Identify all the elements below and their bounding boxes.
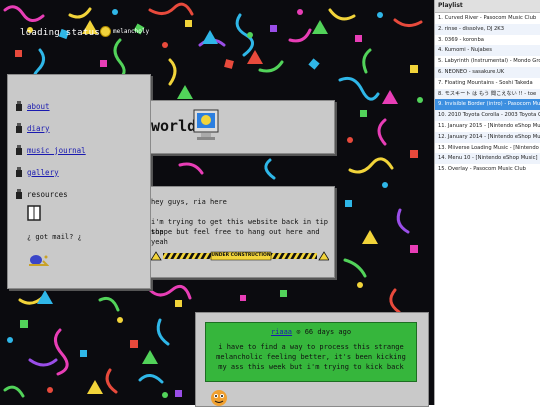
post-author-link[interactable]: riaaa xyxy=(271,328,292,336)
title-panel: world xyxy=(150,100,335,154)
ink-bottle-icon xyxy=(16,189,22,199)
post-meta: riaaa ⊙ 66 days ago xyxy=(206,328,416,336)
warning-sign-icon xyxy=(151,251,162,261)
nav-item-about[interactable]: about xyxy=(15,95,86,117)
page-title: world xyxy=(151,117,197,135)
ink-bottle-icon xyxy=(16,101,22,111)
nav-link-about[interactable]: about xyxy=(27,102,50,111)
playlist-tracks: 1. Curved River - Pasocom Music Club 2. r… xyxy=(435,13,540,175)
nav-label-resources: resources xyxy=(27,189,68,199)
nav-link-gallery[interactable]: gallery xyxy=(27,168,59,177)
nav-link-music-journal[interactable]: music journal xyxy=(27,146,86,155)
ink-bottle-icon xyxy=(16,123,22,133)
nav-item-resources: resources xyxy=(15,183,86,205)
intro-line-3: shape but feel free to hang out here and… xyxy=(151,228,320,246)
nav-link-diary[interactable]: diary xyxy=(27,124,50,133)
playlist-track[interactable]: 15. Overlay - Pasocom Music Club xyxy=(435,164,540,175)
intro-line-1: hey guys, ria here xyxy=(151,198,227,206)
playlist-track[interactable]: 7. Floating Mountains - Soshi Takeda xyxy=(435,78,540,89)
book-icon[interactable] xyxy=(27,205,41,221)
playlist-track[interactable]: 3. 0369 - koronba xyxy=(435,35,540,46)
under-construction-label: UNDER CONSTRUCTION xyxy=(211,253,271,258)
warning-sign-icon xyxy=(318,251,329,261)
navigation-panel: about diary music journal gallery resour… xyxy=(7,74,151,289)
clock-icon: ⊙ xyxy=(296,328,301,336)
nav-item-music-journal[interactable]: music journal xyxy=(15,139,86,161)
playlist-track[interactable]: 9. Invisible Border (intro) - Pasocom Mu… xyxy=(435,99,540,111)
playlist-track[interactable]: 5. Labyrinth (Instrumental) - Mondo Gros… xyxy=(435,56,540,67)
cartoon-mascot-icon xyxy=(211,390,227,406)
playlist-track[interactable]: 4. Kumomi - Nujabes xyxy=(435,45,540,57)
snail-icon xyxy=(29,255,49,266)
nav-list: about diary music journal gallery resour… xyxy=(15,95,86,205)
intro-panel: hey guys, ria here i'm trying to get thi… xyxy=(150,186,335,278)
ink-bottle-icon xyxy=(16,167,22,177)
playlist-track[interactable]: 2. rinse - dissolve, DJ 2K3 xyxy=(435,23,540,35)
playlist-track[interactable]: 6. NEONEO - sasakure.UK xyxy=(435,66,540,78)
nav-item-diary[interactable]: diary xyxy=(15,117,86,139)
playlist-track[interactable]: 1. Curved River - Pasocom Music Club xyxy=(435,13,540,24)
playlist-track[interactable]: 13. Miiverse Loading Music - [Nintendo 3… xyxy=(435,143,540,154)
nav-item-gallery[interactable]: gallery xyxy=(15,161,86,183)
ink-bottle-icon xyxy=(16,145,22,155)
diary-post-panel: riaaa ⊙ 66 days ago i have to find a way… xyxy=(195,312,429,407)
post-body: i have to find a way to process this str… xyxy=(216,343,406,371)
playlist-track[interactable]: 14. Menu 10 - [Nintendo eShop Music] xyxy=(435,153,540,165)
loading-status-label: loading status : xyxy=(20,28,112,38)
playlist-track[interactable]: 12. January 2014 - [Nintendo eShop Music… xyxy=(435,131,540,143)
mood-text: melancholy xyxy=(113,28,150,35)
post-timestamp: 66 days ago xyxy=(304,328,352,336)
mood-indicator: melancholy xyxy=(100,26,149,37)
playlist-track[interactable]: 8. モスキート は もう 聞こえない !! - toe xyxy=(435,88,540,100)
post-card: riaaa ⊙ 66 days ago i have to find a way… xyxy=(205,322,417,382)
playlist-panel: Playlist 1. Curved River - Pasocom Music… xyxy=(434,0,540,405)
computer-monitor-icon xyxy=(193,109,219,140)
playlist-track[interactable]: 10. 2010 Toyota Corolla - 2003 Toyota Co… xyxy=(435,110,540,121)
playlist-track[interactable]: 11. January 2015 - [Nintendo eShop Music… xyxy=(435,121,540,132)
got-mail-link[interactable]: ¿ got mail? ¿ xyxy=(27,233,82,241)
playlist-header: Playlist xyxy=(435,0,540,13)
smiley-icon xyxy=(100,26,111,37)
